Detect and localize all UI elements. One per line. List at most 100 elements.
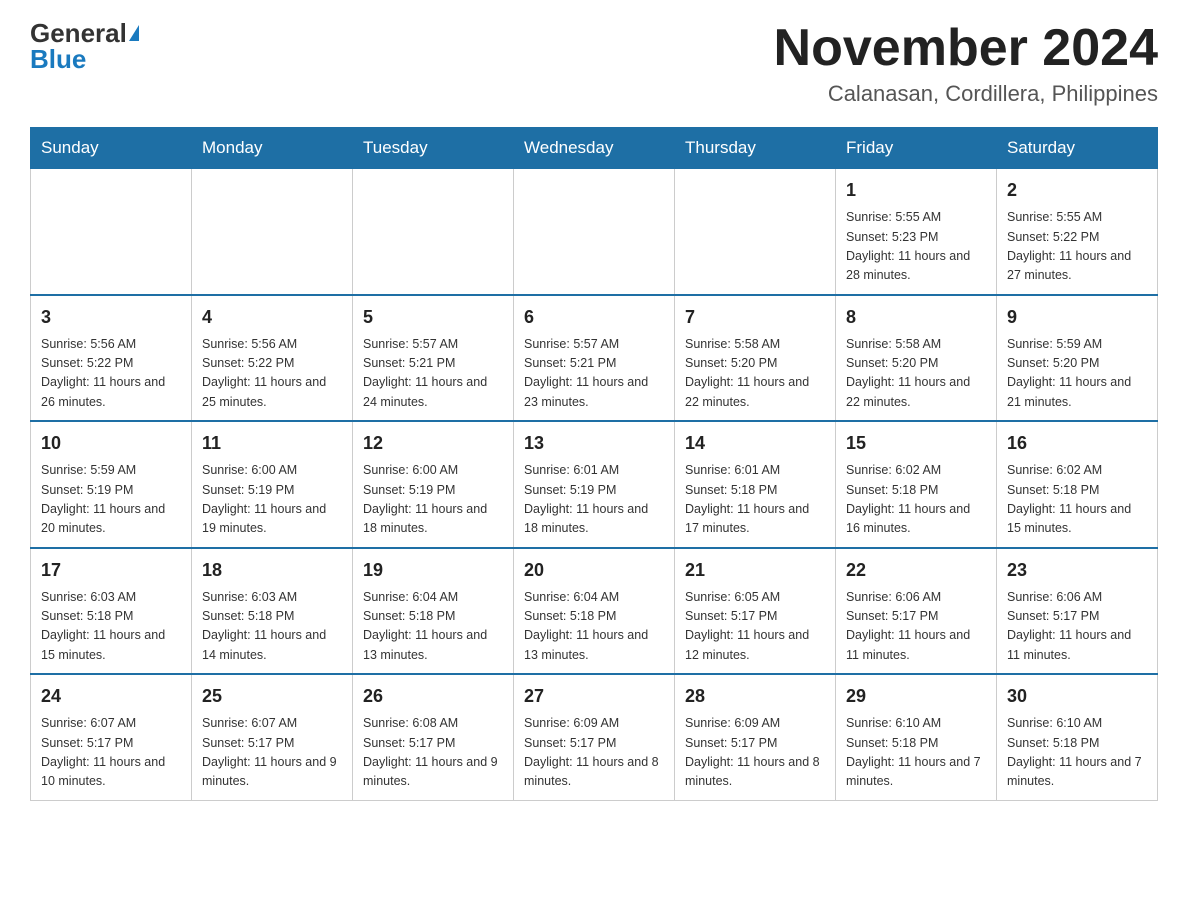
weekday-header-tuesday: Tuesday bbox=[353, 128, 514, 169]
cell-info: Sunrise: 6:05 AM Sunset: 5:17 PM Dayligh… bbox=[685, 588, 825, 666]
calendar-table: SundayMondayTuesdayWednesdayThursdayFrid… bbox=[30, 127, 1158, 801]
calendar-cell: 20 Sunrise: 6:04 AM Sunset: 5:18 PM Dayli… bbox=[514, 548, 675, 675]
cell-info: Sunrise: 5:58 AM Sunset: 5:20 PM Dayligh… bbox=[846, 335, 986, 413]
cell-info: Sunrise: 5:55 AM Sunset: 5:23 PM Dayligh… bbox=[846, 208, 986, 286]
cell-info: Sunrise: 6:10 AM Sunset: 5:18 PM Dayligh… bbox=[1007, 714, 1147, 792]
calendar-week-row: 10Sunrise: 5:59 AM Sunset: 5:19 PM Dayli… bbox=[31, 421, 1158, 548]
calendar-cell: 22 Sunrise: 6:06 AM Sunset: 5:17 PM Dayli… bbox=[836, 548, 997, 675]
cell-info: Sunrise: 6:03 AM Sunset: 5:18 PM Dayligh… bbox=[41, 588, 181, 666]
calendar-cell: 15 Sunrise: 6:02 AM Sunset: 5:18 PM Dayli… bbox=[836, 421, 997, 548]
calendar-week-row: 1 Sunrise: 5:55 AM Sunset: 5:23 PM Daylig… bbox=[31, 169, 1158, 295]
calendar-cell: 23 Sunrise: 6:06 AM Sunset: 5:17 PM Dayli… bbox=[997, 548, 1158, 675]
day-number: 8 bbox=[846, 304, 986, 331]
day-number: 28 bbox=[685, 683, 825, 710]
logo-general-text: General bbox=[30, 20, 127, 46]
calendar-cell: 17 Sunrise: 6:03 AM Sunset: 5:18 PM Dayli… bbox=[31, 548, 192, 675]
calendar-cell: 8 Sunrise: 5:58 AM Sunset: 5:20 PM Daylig… bbox=[836, 295, 997, 422]
day-number: 20 bbox=[524, 557, 664, 584]
cell-info: Sunrise: 6:06 AM Sunset: 5:17 PM Dayligh… bbox=[1007, 588, 1147, 666]
weekday-header-wednesday: Wednesday bbox=[514, 128, 675, 169]
cell-info: Sunrise: 6:02 AM Sunset: 5:18 PM Dayligh… bbox=[846, 461, 986, 539]
cell-info: Sunrise: 6:00 AM Sunset: 5:19 PM Dayligh… bbox=[202, 461, 342, 539]
day-number: 3 bbox=[41, 304, 181, 331]
cell-info: Sunrise: 6:09 AM Sunset: 5:17 PM Dayligh… bbox=[524, 714, 664, 792]
day-number: 2 bbox=[1007, 177, 1147, 204]
day-number: 4 bbox=[202, 304, 342, 331]
weekday-header-thursday: Thursday bbox=[675, 128, 836, 169]
day-number: 21 bbox=[685, 557, 825, 584]
calendar-cell: 25Sunrise: 6:07 AM Sunset: 5:17 PM Dayli… bbox=[192, 674, 353, 800]
day-number: 27 bbox=[524, 683, 664, 710]
day-number: 9 bbox=[1007, 304, 1147, 331]
day-number: 13 bbox=[524, 430, 664, 457]
cell-info: Sunrise: 5:59 AM Sunset: 5:20 PM Dayligh… bbox=[1007, 335, 1147, 413]
calendar-cell: 21 Sunrise: 6:05 AM Sunset: 5:17 PM Dayli… bbox=[675, 548, 836, 675]
page-header: General Blue November 2024 Calanasan, Co… bbox=[30, 20, 1158, 107]
day-number: 23 bbox=[1007, 557, 1147, 584]
calendar-cell: 29 Sunrise: 6:10 AM Sunset: 5:18 PM Dayli… bbox=[836, 674, 997, 800]
day-number: 22 bbox=[846, 557, 986, 584]
calendar-cell: 1 Sunrise: 5:55 AM Sunset: 5:23 PM Daylig… bbox=[836, 169, 997, 295]
cell-info: Sunrise: 5:55 AM Sunset: 5:22 PM Dayligh… bbox=[1007, 208, 1147, 286]
day-number: 6 bbox=[524, 304, 664, 331]
cell-info: Sunrise: 6:07 AM Sunset: 5:17 PM Dayligh… bbox=[202, 714, 342, 792]
cell-info: Sunrise: 6:07 AM Sunset: 5:17 PM Dayligh… bbox=[41, 714, 181, 792]
day-number: 14 bbox=[685, 430, 825, 457]
calendar-cell: 6 Sunrise: 5:57 AM Sunset: 5:21 PM Daylig… bbox=[514, 295, 675, 422]
cell-info: Sunrise: 6:01 AM Sunset: 5:18 PM Dayligh… bbox=[685, 461, 825, 539]
calendar-cell bbox=[353, 169, 514, 295]
cell-info: Sunrise: 5:56 AM Sunset: 5:22 PM Dayligh… bbox=[202, 335, 342, 413]
cell-info: Sunrise: 6:03 AM Sunset: 5:18 PM Dayligh… bbox=[202, 588, 342, 666]
calendar-cell: 19Sunrise: 6:04 AM Sunset: 5:18 PM Dayli… bbox=[353, 548, 514, 675]
calendar-cell: 11 Sunrise: 6:00 AM Sunset: 5:19 PM Dayli… bbox=[192, 421, 353, 548]
calendar-cell: 26Sunrise: 6:08 AM Sunset: 5:17 PM Dayli… bbox=[353, 674, 514, 800]
cell-info: Sunrise: 6:00 AM Sunset: 5:19 PM Dayligh… bbox=[363, 461, 503, 539]
calendar-cell: 13 Sunrise: 6:01 AM Sunset: 5:19 PM Dayli… bbox=[514, 421, 675, 548]
day-number: 1 bbox=[846, 177, 986, 204]
location-subtitle: Calanasan, Cordillera, Philippines bbox=[774, 81, 1158, 107]
calendar-week-row: 17 Sunrise: 6:03 AM Sunset: 5:18 PM Dayli… bbox=[31, 548, 1158, 675]
month-title: November 2024 bbox=[774, 20, 1158, 77]
calendar-cell: 24Sunrise: 6:07 AM Sunset: 5:17 PM Dayli… bbox=[31, 674, 192, 800]
cell-info: Sunrise: 6:02 AM Sunset: 5:18 PM Dayligh… bbox=[1007, 461, 1147, 539]
day-number: 11 bbox=[202, 430, 342, 457]
weekday-header-sunday: Sunday bbox=[31, 128, 192, 169]
logo-triangle-icon bbox=[129, 25, 139, 41]
calendar-week-row: 3 Sunrise: 5:56 AM Sunset: 5:22 PM Daylig… bbox=[31, 295, 1158, 422]
calendar-cell bbox=[192, 169, 353, 295]
calendar-cell bbox=[675, 169, 836, 295]
calendar-week-row: 24Sunrise: 6:07 AM Sunset: 5:17 PM Dayli… bbox=[31, 674, 1158, 800]
cell-info: Sunrise: 6:04 AM Sunset: 5:18 PM Dayligh… bbox=[363, 588, 503, 666]
calendar-cell bbox=[514, 169, 675, 295]
cell-info: Sunrise: 5:58 AM Sunset: 5:20 PM Dayligh… bbox=[685, 335, 825, 413]
cell-info: Sunrise: 6:04 AM Sunset: 5:18 PM Dayligh… bbox=[524, 588, 664, 666]
cell-info: Sunrise: 6:10 AM Sunset: 5:18 PM Dayligh… bbox=[846, 714, 986, 792]
day-number: 7 bbox=[685, 304, 825, 331]
calendar-cell: 2 Sunrise: 5:55 AM Sunset: 5:22 PM Daylig… bbox=[997, 169, 1158, 295]
cell-info: Sunrise: 6:06 AM Sunset: 5:17 PM Dayligh… bbox=[846, 588, 986, 666]
day-number: 12 bbox=[363, 430, 503, 457]
calendar-cell: 10Sunrise: 5:59 AM Sunset: 5:19 PM Dayli… bbox=[31, 421, 192, 548]
day-number: 30 bbox=[1007, 683, 1147, 710]
day-number: 18 bbox=[202, 557, 342, 584]
day-number: 26 bbox=[363, 683, 503, 710]
calendar-cell: 14 Sunrise: 6:01 AM Sunset: 5:18 PM Dayli… bbox=[675, 421, 836, 548]
calendar-cell: 9 Sunrise: 5:59 AM Sunset: 5:20 PM Daylig… bbox=[997, 295, 1158, 422]
calendar-cell: 3 Sunrise: 5:56 AM Sunset: 5:22 PM Daylig… bbox=[31, 295, 192, 422]
calendar-cell: 27 Sunrise: 6:09 AM Sunset: 5:17 PM Dayli… bbox=[514, 674, 675, 800]
logo: General Blue bbox=[30, 20, 139, 72]
cell-info: Sunrise: 5:56 AM Sunset: 5:22 PM Dayligh… bbox=[41, 335, 181, 413]
weekday-header-saturday: Saturday bbox=[997, 128, 1158, 169]
calendar-cell: 5Sunrise: 5:57 AM Sunset: 5:21 PM Daylig… bbox=[353, 295, 514, 422]
cell-info: Sunrise: 5:57 AM Sunset: 5:21 PM Dayligh… bbox=[524, 335, 664, 413]
cell-info: Sunrise: 6:01 AM Sunset: 5:19 PM Dayligh… bbox=[524, 461, 664, 539]
day-number: 17 bbox=[41, 557, 181, 584]
weekday-header-monday: Monday bbox=[192, 128, 353, 169]
calendar-cell bbox=[31, 169, 192, 295]
calendar-cell: 18 Sunrise: 6:03 AM Sunset: 5:18 PM Dayli… bbox=[192, 548, 353, 675]
calendar-cell: 16Sunrise: 6:02 AM Sunset: 5:18 PM Dayli… bbox=[997, 421, 1158, 548]
calendar-cell: 4 Sunrise: 5:56 AM Sunset: 5:22 PM Daylig… bbox=[192, 295, 353, 422]
day-number: 29 bbox=[846, 683, 986, 710]
calendar-cell: 30 Sunrise: 6:10 AM Sunset: 5:18 PM Dayli… bbox=[997, 674, 1158, 800]
day-number: 15 bbox=[846, 430, 986, 457]
